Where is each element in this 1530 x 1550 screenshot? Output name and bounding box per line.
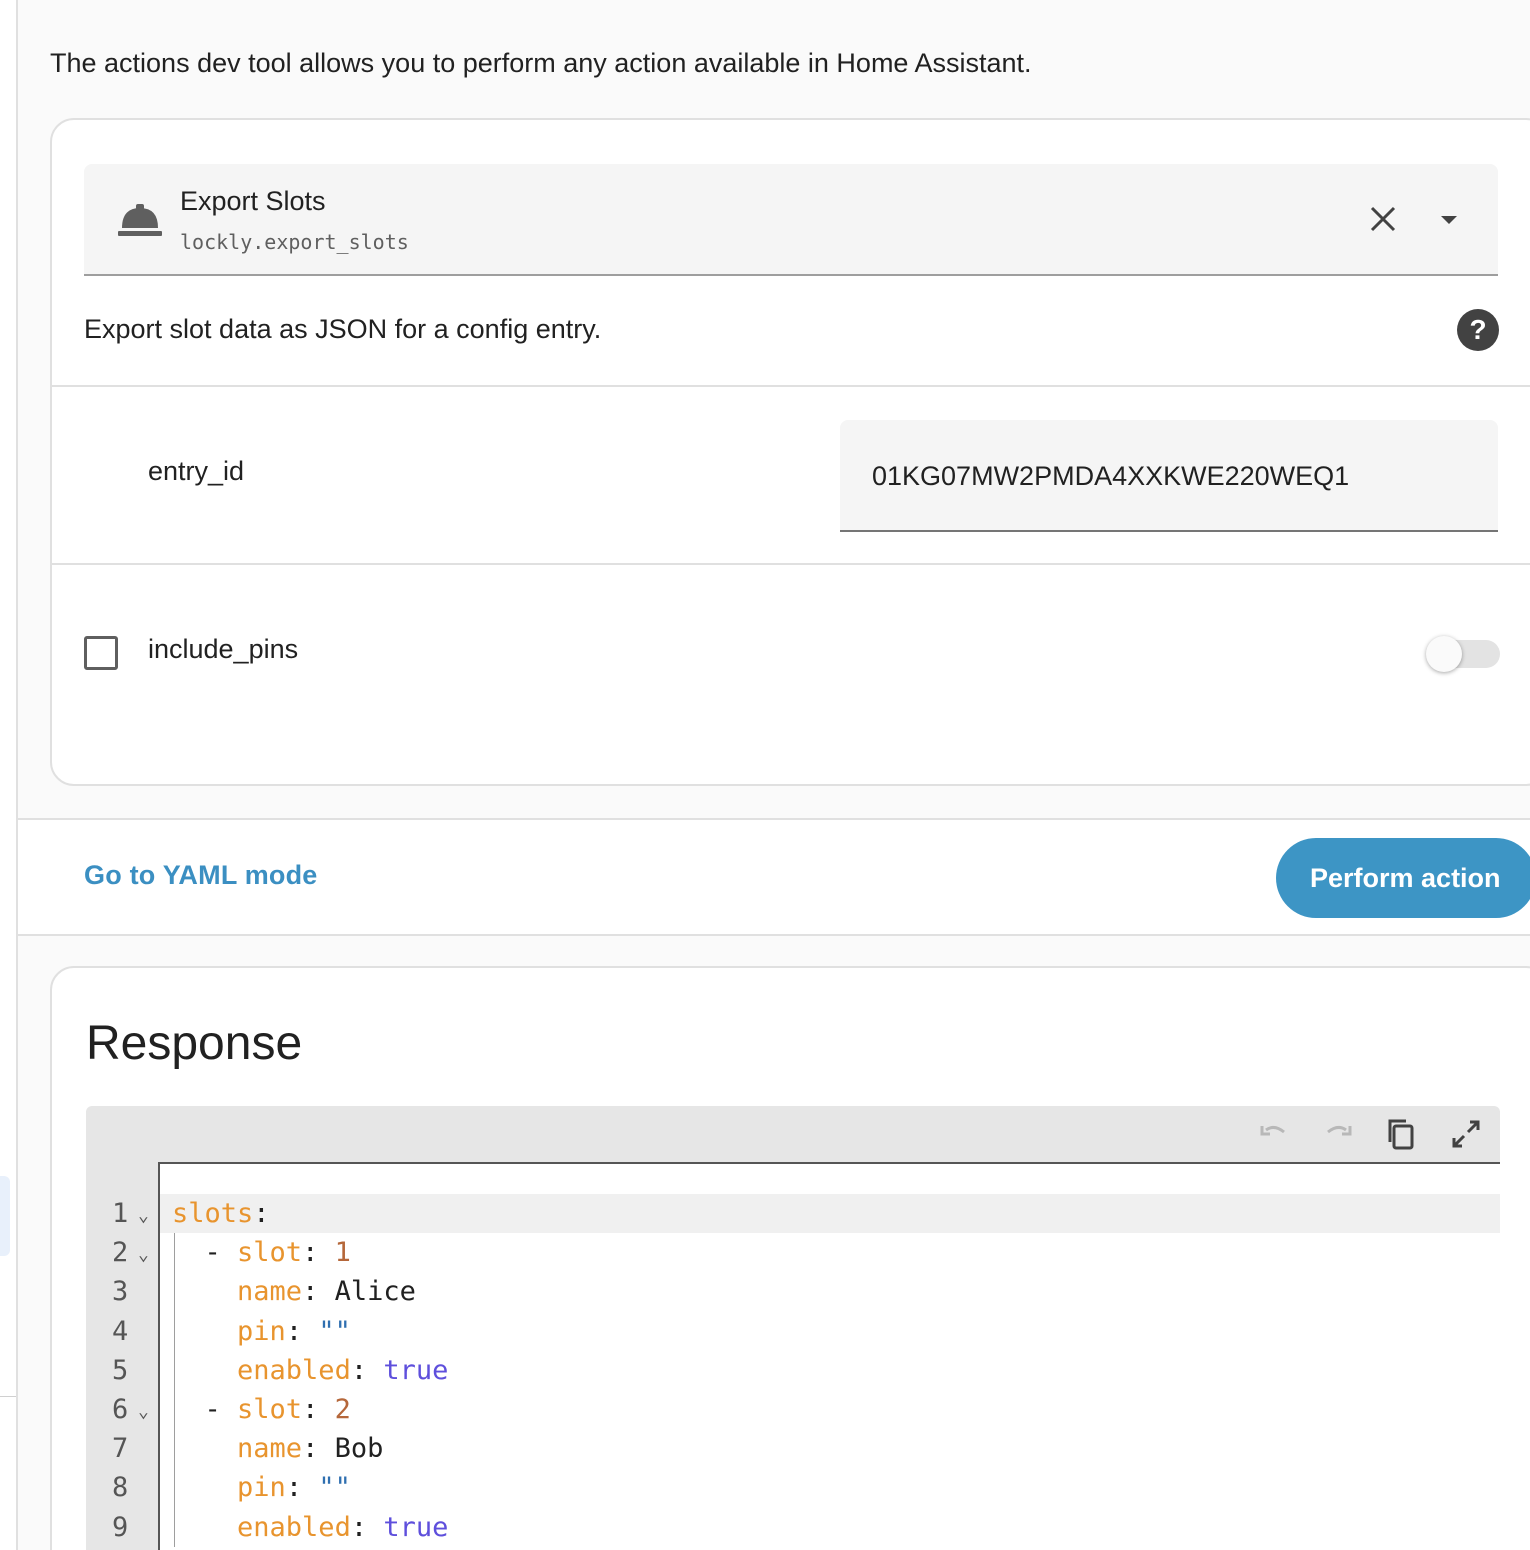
- line-number: 5: [112, 1354, 129, 1386]
- action-bar: Go to YAML mode Perform action: [18, 818, 1530, 936]
- code-token: pin: [237, 1315, 286, 1347]
- code-token: slot: [237, 1237, 303, 1269]
- code-token: :: [350, 1511, 384, 1543]
- indent-guide: [174, 1389, 175, 1430]
- help-icon[interactable]: ?: [1456, 308, 1500, 352]
- code-lines: slots: - slot: 1 name: Alice pin: "" ena…: [160, 1194, 1500, 1547]
- sidebar-divider: [0, 1396, 16, 1397]
- code-token: :: [253, 1198, 270, 1229]
- code-token: :: [285, 1315, 319, 1347]
- yaml-editor: 1 ⌄ 2 ⌄ 3 4 5 6 ⌄ 7 8 9 slots: - slot: 1 name: Alic…: [86, 1106, 1500, 1550]
- code-token: :: [285, 1472, 319, 1504]
- toggle-thumb: [1426, 636, 1462, 672]
- include-pins-checkbox[interactable]: [84, 636, 118, 670]
- code-token: enabled: [237, 1511, 351, 1543]
- yaml-mode-link[interactable]: Go to YAML mode: [84, 860, 318, 891]
- code-token: slot: [237, 1393, 303, 1425]
- divider: [52, 563, 1530, 565]
- undo-icon[interactable]: [1256, 1116, 1292, 1152]
- entry-id-field[interactable]: [840, 420, 1498, 532]
- include-pins-toggle[interactable]: [1426, 636, 1500, 672]
- code-token: slots: [172, 1198, 254, 1229]
- code-line: - slot: 1: [160, 1233, 1500, 1273]
- code-token: true: [383, 1511, 449, 1543]
- code-token: true: [383, 1354, 449, 1386]
- code-token: :: [350, 1354, 384, 1386]
- line-number-gutter: 1 ⌄ 2 ⌄ 3 4 5 6 ⌄ 7 8 9: [86, 1194, 158, 1547]
- redo-icon[interactable]: [1320, 1116, 1356, 1152]
- indent-guide: [174, 1468, 175, 1508]
- action-name: Export Slots: [180, 186, 326, 216]
- fold-chevron-icon[interactable]: ⌄: [138, 1196, 149, 1235]
- sidebar-active-tab[interactable]: [0, 1176, 10, 1256]
- code-token: 1: [334, 1237, 351, 1269]
- code-line: name: Bob: [160, 1429, 1500, 1469]
- line-number: 2 ⌄: [86, 1233, 158, 1272]
- code-token: -: [172, 1237, 238, 1269]
- code-token: :: [302, 1237, 335, 1269]
- code-line: pin: "": [160, 1311, 1500, 1351]
- code-line: pin: "": [160, 1468, 1500, 1508]
- bell-icon: [118, 204, 162, 236]
- code-token: Bob: [334, 1433, 384, 1465]
- indent-guide: [174, 1272, 175, 1312]
- action-description: Export slot data as JSON for a config en…: [84, 314, 602, 344]
- line-number: 9: [112, 1511, 129, 1543]
- code-token: :: [302, 1393, 335, 1425]
- sidebar-rail: [0, 0, 18, 1550]
- code-line: - slot: 2: [160, 1389, 1500, 1430]
- indent-guide: [174, 1350, 175, 1390]
- code-token: "": [318, 1315, 351, 1347]
- code-area[interactable]: slots: - slot: 1 name: Alice pin: "" ena…: [158, 1162, 1500, 1550]
- code-line: slots:: [160, 1194, 1500, 1234]
- code-token: 2: [334, 1393, 351, 1425]
- code-line: name: Alice: [160, 1272, 1500, 1312]
- response-card: Response 1 ⌄ 2 ⌄ 3 4 5 6 ⌄ 7 8 9 slots: - slot: 1: [50, 966, 1530, 1550]
- response-title: Response: [86, 1017, 303, 1070]
- entry-id-input[interactable]: [872, 454, 1472, 498]
- indent-guide: [174, 1311, 175, 1351]
- code-token: name: [237, 1433, 303, 1465]
- include-pins-label: include_pins: [148, 634, 299, 664]
- action-form-card: Export Slots lockly.export_slots Export …: [50, 118, 1530, 786]
- action-picker[interactable]: Export Slots lockly.export_slots: [84, 164, 1498, 276]
- close-icon[interactable]: [1366, 202, 1400, 236]
- line-number: 6 ⌄: [86, 1390, 158, 1429]
- indent-guide: [174, 1233, 175, 1273]
- intro-text: The actions dev tool allows you to perfo…: [50, 48, 1032, 78]
- fold-chevron-icon[interactable]: ⌄: [138, 1392, 149, 1431]
- line-number: 7: [112, 1433, 129, 1465]
- code-line: enabled: true: [160, 1507, 1500, 1547]
- chevron-down-icon[interactable]: [1434, 210, 1464, 230]
- perform-action-button[interactable]: Perform action: [1276, 838, 1530, 918]
- divider: [52, 385, 1530, 387]
- code-token: "": [318, 1472, 351, 1504]
- entry-id-label: entry_id: [148, 456, 245, 486]
- indent-guide: [174, 1507, 175, 1547]
- line-number: 4: [112, 1315, 129, 1347]
- code-token: -: [172, 1393, 238, 1425]
- fold-chevron-icon[interactable]: ⌄: [138, 1235, 149, 1274]
- copy-icon[interactable]: [1384, 1116, 1420, 1152]
- code-token: name: [237, 1276, 303, 1308]
- code-token: :: [302, 1433, 335, 1465]
- code-token: pin: [237, 1472, 286, 1504]
- code-token: enabled: [237, 1354, 351, 1386]
- line-number: 1 ⌄: [86, 1194, 158, 1233]
- line-number: 8: [112, 1472, 129, 1504]
- code-token: Alice: [334, 1276, 416, 1308]
- indent-guide: [174, 1429, 175, 1469]
- fullscreen-icon[interactable]: [1448, 1116, 1484, 1152]
- code-token: :: [302, 1276, 335, 1308]
- svg-text:?: ?: [1469, 314, 1486, 345]
- code-line: enabled: true: [160, 1350, 1500, 1390]
- line-number: 3: [112, 1276, 129, 1308]
- action-id: lockly.export_slots: [180, 230, 409, 254]
